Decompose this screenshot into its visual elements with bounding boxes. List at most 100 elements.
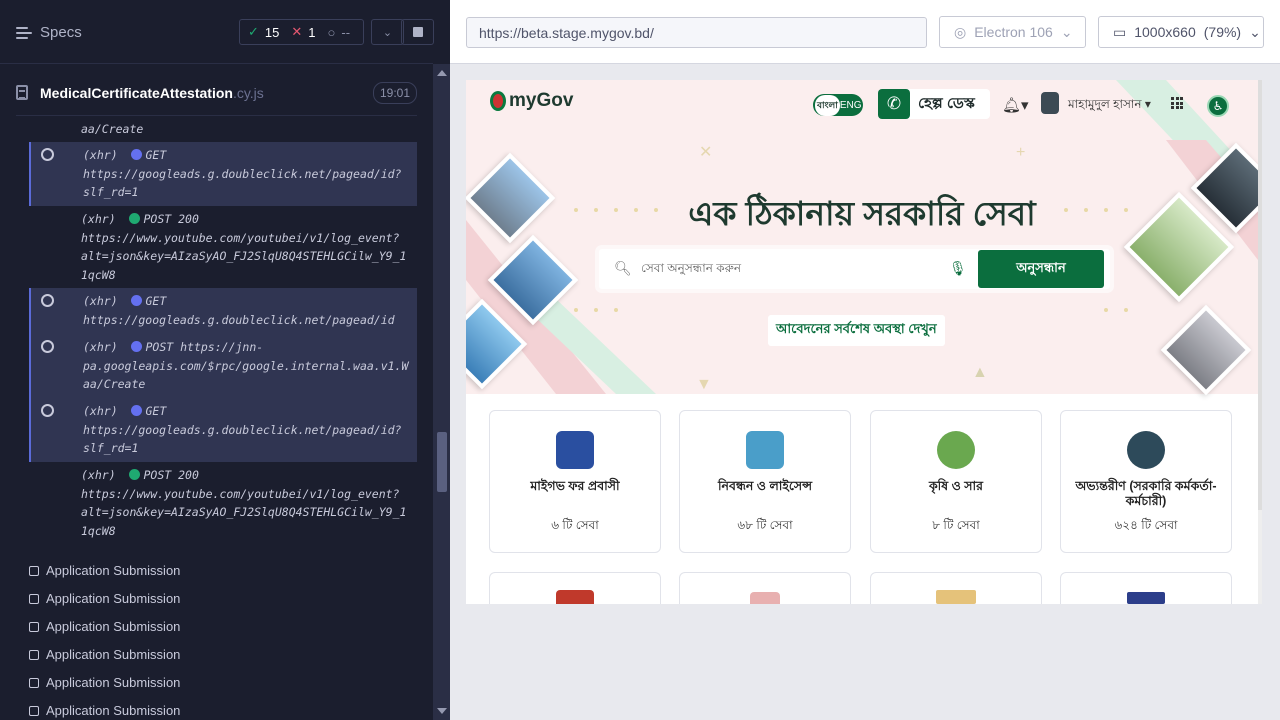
log-entry[interactable]: (xhr) GET https://googleads.g.doubleclic… (29, 142, 417, 206)
certificate-icon (556, 590, 594, 604)
test-item[interactable]: Application Submission (29, 619, 180, 634)
browser-icon: ◎ (954, 23, 967, 40)
url-bar[interactable]: https://beta.stage.mygov.bd/ (466, 17, 927, 48)
application-status-link[interactable]: আবেদনের সর্বশেষ অবস্থা দেখুন (768, 315, 945, 346)
category-card[interactable] (679, 572, 851, 604)
log-text: aa/Create (81, 122, 144, 136)
apps-grid-icon[interactable] (1171, 97, 1183, 109)
viewport-select[interactable]: ▭ 1000x660 (79%) ⌄ (1098, 16, 1264, 48)
log-entry[interactable]: (xhr) POST 200 https://www.youtube.com/y… (29, 206, 417, 288)
spinner-icon (41, 294, 54, 307)
chevron-down-icon: ⌄ (1249, 23, 1261, 40)
triangle-decoration-icon: ▼ (696, 376, 712, 393)
category-card[interactable] (1060, 572, 1232, 604)
test-item[interactable]: Application Submission (29, 703, 180, 718)
viewport-size: 1000x660 (1134, 24, 1196, 40)
menu-icon (16, 26, 32, 39)
log-method: GET (145, 404, 167, 418)
log-method: GET (145, 294, 167, 308)
test-title: Application Submission (46, 563, 181, 578)
test-title: Application Submission (46, 703, 181, 718)
search-button[interactable]: অনুসন্ধান (978, 250, 1104, 288)
aut-scrollbar-thumb[interactable] (1258, 80, 1262, 510)
chevron-down-icon: ⌄ (382, 26, 393, 39)
log-entry[interactable]: (xhr) POST https://jnn- pa.googleapis.co… (31, 334, 417, 398)
test-title: Application Submission (46, 591, 181, 606)
loan-icon (936, 590, 976, 604)
category-card[interactable]: কৃষি ও সার ৮ টি সেবা (870, 410, 1042, 553)
hero-headline: এক ঠিকানায় সরকারি সেবা (688, 195, 1036, 232)
accessibility-icon[interactable]: ♿︎ (1207, 95, 1229, 117)
log-method: POST 200 (143, 212, 199, 226)
category-card[interactable]: নিবন্ধন ও লাইসেন্স ৬৮ টি সেবা (679, 410, 851, 553)
test-item[interactable]: Application Submission (29, 647, 180, 662)
license-icon (746, 431, 784, 469)
user-menu[interactable]: মাহামুদুল হাসান ▾ (1068, 96, 1151, 116)
test-item[interactable]: Application Submission (29, 675, 180, 690)
test-item[interactable]: Application Submission (29, 591, 180, 606)
log-group: (xhr) GET https://googleads.g.doubleclic… (29, 288, 417, 462)
log-url: https://googleads.g.doubleclick.net/page… (83, 422, 402, 456)
log-kind: (xhr) (81, 468, 116, 482)
log-kind: (xhr) (83, 340, 118, 354)
log-entry[interactable]: (xhr) GET https://googleads.g.doubleclic… (31, 398, 417, 462)
category-card[interactable] (489, 572, 661, 604)
scroll-down-icon[interactable] (437, 708, 447, 714)
chevron-down-button[interactable]: ⌄ (371, 19, 404, 45)
spinner-icon (41, 148, 54, 161)
microphone-icon[interactable]: 🎙︎ (949, 260, 967, 277)
log-entry[interactable]: (xhr) GET https://googleads.g.doubleclic… (31, 288, 417, 334)
log-entry[interactable]: aa/Create (29, 120, 417, 142)
test-item[interactable]: Application Submission (29, 563, 180, 578)
stop-button[interactable] (401, 19, 434, 45)
pending-dot-icon (131, 149, 143, 160)
browser-select[interactable]: ◎ Electron 106 ⌄ (939, 16, 1086, 48)
category-card[interactable]: মাইগভ ফর প্রবাসী ৬ টি সেবা (489, 410, 661, 553)
test-title: Application Submission (46, 675, 181, 690)
language-toggle[interactable]: বাংলা ENG (813, 94, 863, 116)
pending-icon: ○ (327, 24, 336, 40)
specs-toggle[interactable]: Specs (16, 24, 82, 41)
service-search: 🔍︎ সেবা অনুসন্ধান করুন 🎙︎ অনুসন্ধান (599, 249, 1110, 289)
passed-count: 15 (264, 24, 280, 40)
runner-panel: Specs ✓ 15 ✕ 1 ○ -- ⌄ MedicalCertificate… (0, 0, 450, 720)
log-method: POST https://jnn- (145, 340, 264, 354)
avatar[interactable] (1041, 92, 1059, 114)
cross-decoration-icon: ✕ (699, 144, 713, 161)
help-desk-button[interactable]: ✆ হেল্প ডেস্ক (878, 89, 990, 119)
test-title: Application Submission (46, 619, 181, 634)
test-status-icon (29, 705, 39, 716)
triangle-decoration-icon: ▲ (972, 364, 988, 381)
runner-scrollbar[interactable] (433, 64, 450, 720)
document-seal-icon (750, 592, 780, 604)
pending-dot-icon (131, 341, 143, 352)
search-input[interactable]: সেবা অনুসন্ধান করুন (641, 260, 741, 280)
scrollbar-thumb[interactable] (437, 432, 447, 492)
log-method: GET (145, 148, 167, 162)
graduation-cap-icon (1127, 592, 1165, 604)
category-card[interactable]: অভ্যন্তরীণ (সরকারি কর্মকর্তা-কর্মচারী) ৬… (1060, 410, 1232, 553)
logo-text: myGov (509, 90, 574, 111)
test-status-icon (29, 565, 39, 576)
test-status-icon (29, 649, 39, 660)
spec-file-header[interactable]: MedicalCertificateAttestation .cy.js 19:… (16, 70, 417, 116)
category-name: নিবন্ধন ও লাইসেন্স (717, 479, 813, 493)
ruler-icon: ▭ (1113, 23, 1127, 40)
category-count: ৬ টি সেবা (551, 518, 599, 532)
log-method: POST 200 (143, 468, 199, 482)
mygov-logo[interactable]: myGov (490, 90, 573, 112)
log-kind: (xhr) (83, 148, 118, 162)
spec-file-ext: .cy.js (232, 84, 264, 101)
success-dot-icon (129, 469, 141, 480)
log-entry[interactable]: (xhr) POST 200 https://www.youtube.com/y… (29, 462, 417, 544)
plus-decoration-icon: + (1016, 144, 1026, 161)
test-stats: ✓ 15 ✕ 1 ○ -- (239, 19, 364, 45)
scroll-up-icon[interactable] (437, 70, 447, 76)
test-status-icon (29, 621, 39, 632)
bell-icon[interactable]: 🔔︎▾ (1002, 96, 1029, 114)
plant-icon (937, 431, 975, 469)
zoom-level: (79%) (1203, 24, 1242, 40)
category-card[interactable] (870, 572, 1042, 604)
category-count: ৬২৪ টি সেবা (1114, 518, 1178, 532)
log-kind: (xhr) (83, 404, 118, 418)
